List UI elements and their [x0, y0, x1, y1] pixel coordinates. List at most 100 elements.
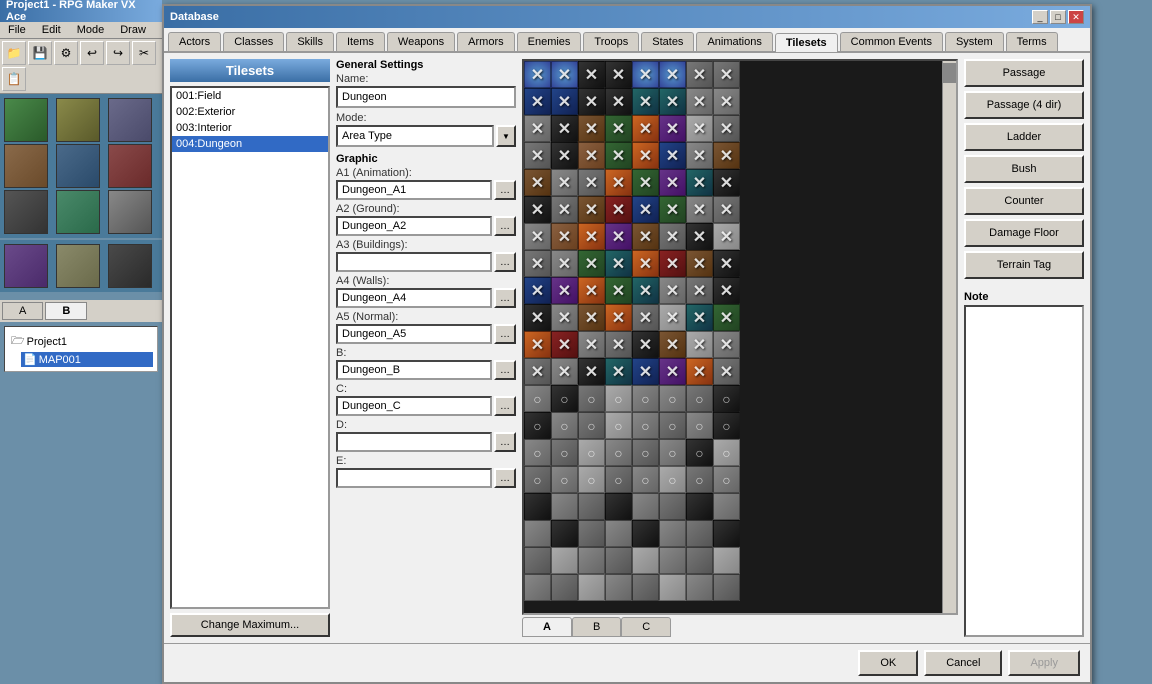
tab-states[interactable]: States: [641, 32, 694, 51]
mode-select[interactable]: [336, 125, 494, 147]
tile-cell-3-4[interactable]: ✕: [632, 142, 659, 169]
tab-tilesets[interactable]: Tilesets: [775, 33, 838, 52]
tile-cell-1-6[interactable]: ✕: [686, 88, 713, 115]
tab-enemies[interactable]: Enemies: [517, 32, 582, 51]
app-tab-a[interactable]: A: [2, 302, 43, 320]
tile-cell-4-1[interactable]: ✕: [551, 169, 578, 196]
tile-cell-18-6[interactable]: [686, 547, 713, 574]
tile-cell-15-2[interactable]: ○: [578, 466, 605, 493]
tile-cell-2-6[interactable]: ✕: [686, 115, 713, 142]
name-input[interactable]: [336, 86, 516, 108]
tile-cell-12-3[interactable]: ○: [605, 385, 632, 412]
toolbar-btn-1[interactable]: 📁: [2, 41, 26, 65]
tile-cell-7-1[interactable]: ✕: [551, 250, 578, 277]
tile-cell-0-6[interactable]: ✕: [686, 61, 713, 88]
ok-button[interactable]: OK: [858, 650, 918, 676]
tile-cell-15-3[interactable]: ○: [605, 466, 632, 493]
a4-input[interactable]: Dungeon_A4: [336, 288, 492, 308]
tile-cell-19-5[interactable]: [659, 574, 686, 601]
tile-cell-3-5[interactable]: ✕: [659, 142, 686, 169]
thumb-8[interactable]: [56, 190, 100, 234]
menu-edit[interactable]: Edit: [34, 22, 69, 38]
tile-cell-6-5[interactable]: ✕: [659, 223, 686, 250]
a2-input[interactable]: Dungeon_A2: [336, 216, 492, 236]
tile-cell-5-2[interactable]: ✕: [578, 196, 605, 223]
tile-cell-18-4[interactable]: [632, 547, 659, 574]
tile-cell-4-2[interactable]: ✕: [578, 169, 605, 196]
tile-cell-1-4[interactable]: ✕: [632, 88, 659, 115]
ladder-button[interactable]: Ladder: [964, 123, 1084, 151]
tile-tab-b[interactable]: B: [572, 617, 621, 637]
list-item-001[interactable]: 001:Field: [172, 88, 328, 104]
tile-cell-10-3[interactable]: ✕: [605, 331, 632, 358]
tile-cell-9-3[interactable]: ✕: [605, 304, 632, 331]
a3-btn[interactable]: …: [494, 252, 516, 272]
tile-cell-4-3[interactable]: ✕: [605, 169, 632, 196]
tile-cell-16-2[interactable]: [578, 493, 605, 520]
tile-cell-0-5[interactable]: ✕: [659, 61, 686, 88]
tile-cell-12-5[interactable]: ○: [659, 385, 686, 412]
tile-cell-10-6[interactable]: ✕: [686, 331, 713, 358]
tile-cell-13-5[interactable]: ○: [659, 412, 686, 439]
tileset-scrollbar[interactable]: [942, 61, 956, 613]
menu-file[interactable]: File: [0, 22, 34, 38]
tile-cell-6-4[interactable]: ✕: [632, 223, 659, 250]
menu-mode[interactable]: Mode: [69, 22, 113, 38]
tile-cell-4-7[interactable]: ✕: [713, 169, 740, 196]
tile-cell-7-0[interactable]: ✕: [524, 250, 551, 277]
e-btn[interactable]: …: [494, 468, 516, 488]
tile-cell-15-1[interactable]: ○: [551, 466, 578, 493]
tile-cell-4-4[interactable]: ✕: [632, 169, 659, 196]
tile-cell-8-3[interactable]: ✕: [605, 277, 632, 304]
b-btn[interactable]: …: [494, 360, 516, 380]
tile-cell-18-7[interactable]: [713, 547, 740, 574]
list-item-003[interactable]: 003:Interior: [172, 120, 328, 136]
tile-cell-1-0[interactable]: ✕: [524, 88, 551, 115]
thumb-12[interactable]: [108, 244, 152, 288]
tile-cell-1-1[interactable]: ✕: [551, 88, 578, 115]
tile-cell-3-1[interactable]: ✕: [551, 142, 578, 169]
tab-classes[interactable]: Classes: [223, 32, 284, 51]
tile-cell-9-4[interactable]: ✕: [632, 304, 659, 331]
tile-cell-2-5[interactable]: ✕: [659, 115, 686, 142]
c-btn[interactable]: …: [494, 396, 516, 416]
tile-cell-9-1[interactable]: ✕: [551, 304, 578, 331]
b-input[interactable]: Dungeon_B: [336, 360, 492, 380]
d-btn[interactable]: …: [494, 432, 516, 452]
tab-armors[interactable]: Armors: [457, 32, 514, 51]
tile-cell-8-7[interactable]: ✕: [713, 277, 740, 304]
tile-cell-16-0[interactable]: [524, 493, 551, 520]
tile-cell-5-6[interactable]: ✕: [686, 196, 713, 223]
tile-cell-15-7[interactable]: ○: [713, 466, 740, 493]
tree-map001[interactable]: 📄 MAP001: [21, 352, 153, 367]
tile-cell-1-7[interactable]: ✕: [713, 88, 740, 115]
tile-cell-9-6[interactable]: ✕: [686, 304, 713, 331]
tile-cell-5-3[interactable]: ✕: [605, 196, 632, 223]
cancel-button[interactable]: Cancel: [924, 650, 1002, 676]
tile-cell-19-7[interactable]: [713, 574, 740, 601]
tile-cell-7-2[interactable]: ✕: [578, 250, 605, 277]
a4-btn[interactable]: …: [494, 288, 516, 308]
tile-cell-18-2[interactable]: [578, 547, 605, 574]
tile-cell-8-6[interactable]: ✕: [686, 277, 713, 304]
thumb-11[interactable]: [56, 244, 100, 288]
tile-cell-16-7[interactable]: [713, 493, 740, 520]
tilesets-listbox[interactable]: 001:Field 002:Exterior 003:Interior 004:…: [170, 86, 330, 609]
tile-cell-10-1[interactable]: ✕: [551, 331, 578, 358]
tile-cell-9-2[interactable]: ✕: [578, 304, 605, 331]
tab-items[interactable]: Items: [336, 32, 385, 51]
tab-system[interactable]: System: [945, 32, 1004, 51]
tile-cell-14-5[interactable]: ○: [659, 439, 686, 466]
a1-btn[interactable]: …: [494, 180, 516, 200]
toolbar-btn-5[interactable]: ↪: [106, 41, 130, 65]
tab-skills[interactable]: Skills: [286, 32, 334, 51]
tile-cell-12-4[interactable]: ○: [632, 385, 659, 412]
tile-cell-2-1[interactable]: ✕: [551, 115, 578, 142]
toolbar-btn-3[interactable]: ⚙: [54, 41, 78, 65]
a5-btn[interactable]: …: [494, 324, 516, 344]
tile-cell-11-4[interactable]: ✕: [632, 358, 659, 385]
terrain-tag-button[interactable]: Terrain Tag: [964, 251, 1084, 279]
tile-cell-3-3[interactable]: ✕: [605, 142, 632, 169]
tile-cell-13-1[interactable]: ○: [551, 412, 578, 439]
tile-cell-6-7[interactable]: ✕: [713, 223, 740, 250]
